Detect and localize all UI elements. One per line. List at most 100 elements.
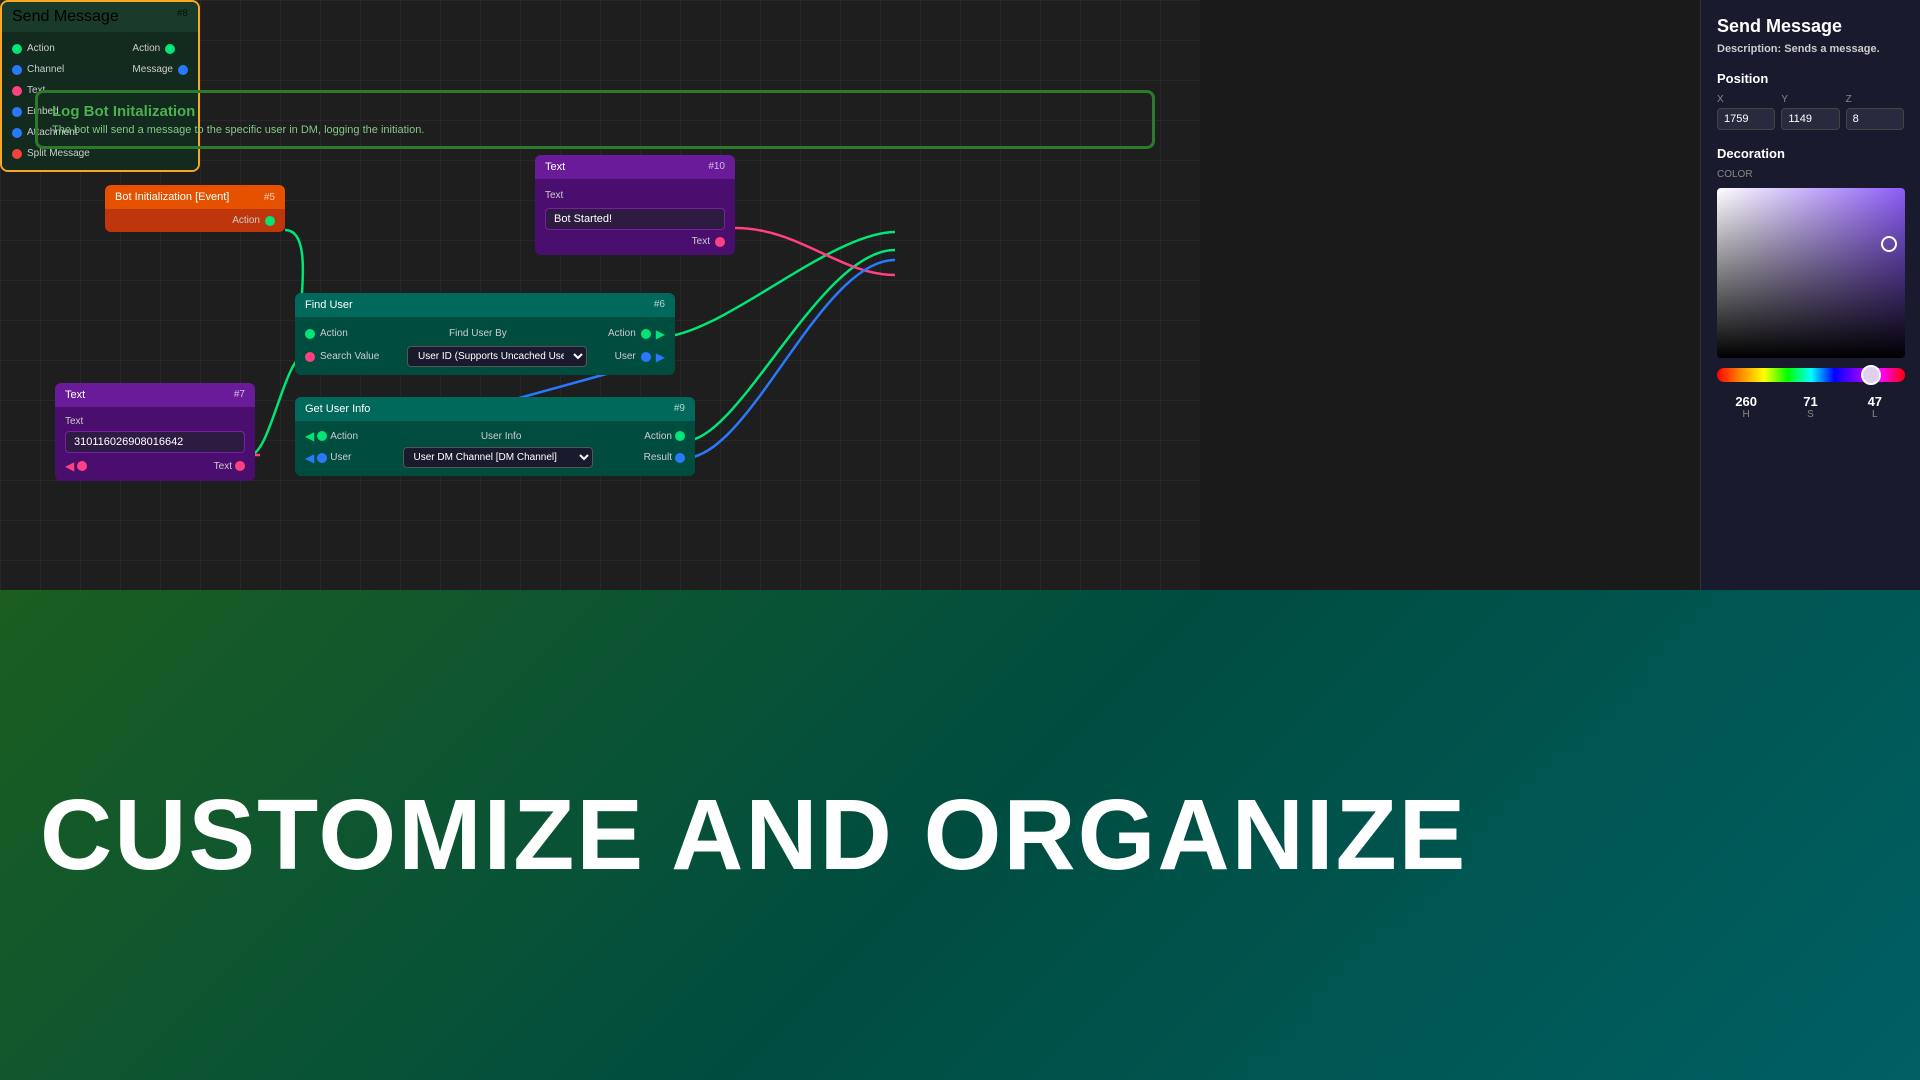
get-user-body: ◀ Action User Info Action ◀ User User DM <box>295 421 695 476</box>
position-section: Position X Y Z <box>1717 71 1904 130</box>
send-msg-action-out: Action <box>132 43 188 54</box>
find-user-action-port[interactable] <box>305 329 315 339</box>
text-7-output-label: Text <box>214 461 232 472</box>
text-7-output-port[interactable] <box>235 461 245 471</box>
color-label: COLOR <box>1717 169 1904 180</box>
text-7-id: #7 <box>234 389 245 401</box>
send-msg-label: Send Message <box>12 8 119 26</box>
find-user-search-port[interactable] <box>305 352 315 362</box>
find-user-node[interactable]: Find User #6 Action Find User By Action … <box>295 293 675 375</box>
bot-init-header: Bot Initialization [Event] #5 <box>105 185 285 209</box>
bot-init-body: Action <box>105 209 285 232</box>
panel-description: Description: Sends a message. <box>1717 43 1904 55</box>
rainbow-slider[interactable] <box>1717 368 1905 382</box>
y-field: Y <box>1781 94 1839 130</box>
logbot-title: Log Bot Initalization <box>52 103 1138 120</box>
customize-text: CUSTOMIZE AND ORGANIZE <box>40 778 1467 893</box>
send-msg-action-in: Action <box>12 43 90 54</box>
get-user-info-label: User Info <box>481 431 522 442</box>
x-input[interactable] <box>1717 108 1775 130</box>
text-node-7[interactable]: Text #7 Text ◀ Text <box>55 383 255 481</box>
get-user-user-in-port[interactable] <box>317 453 327 463</box>
text-7-label: Text <box>65 389 85 401</box>
desc-value: Sends a message. <box>1784 43 1879 55</box>
text-7-body: Text ◀ Text <box>55 407 255 481</box>
find-user-action-in: Action <box>305 328 348 339</box>
decoration-section: Decoration COLOR 260 H 71 S 47 L <box>1717 146 1904 420</box>
text-7-field-label: Text <box>65 416 83 427</box>
text-10-input[interactable] <box>545 208 725 230</box>
desc-label: Description: <box>1717 43 1781 55</box>
find-user-header: Find User #6 <box>295 293 675 317</box>
send-msg-embed-port[interactable] <box>12 107 22 117</box>
canvas-area: Log Bot Initalization The bot will send … <box>0 0 1200 590</box>
text-10-body: Text Text <box>535 179 735 255</box>
get-user-result-out-port[interactable] <box>675 453 685 463</box>
h-value: 260 <box>1735 394 1757 409</box>
text-10-field-label: Text <box>545 190 563 201</box>
bottom-section: CUSTOMIZE AND ORGANIZE <box>0 590 1920 1080</box>
z-input[interactable] <box>1846 108 1904 130</box>
text-10-output-port[interactable] <box>715 237 725 247</box>
get-user-action-out-port[interactable] <box>675 431 685 441</box>
x-label: X <box>1717 94 1775 105</box>
text-7-input[interactable] <box>65 431 245 453</box>
find-user-field-label: Find User By <box>449 328 507 339</box>
send-msg-text-port[interactable] <box>12 86 22 96</box>
decoration-title: Decoration <box>1717 146 1904 161</box>
bot-init-id: #5 <box>264 192 275 203</box>
s-value: 71 <box>1803 394 1817 409</box>
l-label: L <box>1872 409 1878 420</box>
find-user-action-out-port[interactable] <box>641 329 651 339</box>
text-7-header: Text #7 <box>55 383 255 407</box>
text-node-10[interactable]: Text #10 Text Text <box>535 155 735 255</box>
l-field: 47 L <box>1846 394 1904 420</box>
text-7-left-port[interactable] <box>77 461 87 471</box>
send-msg-id: #8 <box>177 8 188 26</box>
rainbow-thumb[interactable] <box>1861 365 1881 385</box>
bot-init-action-label: Action <box>232 215 260 226</box>
right-panel: Send Message Description: Sends a messag… <box>1700 0 1920 590</box>
bot-init-action-port[interactable] <box>265 216 275 226</box>
l-value: 47 <box>1868 394 1882 409</box>
bot-init-label: Bot Initialization [Event] <box>115 191 229 203</box>
s-field: 71 S <box>1781 394 1839 420</box>
send-msg-header: Send Message #8 <box>2 2 198 32</box>
h-label: H <box>1743 409 1750 420</box>
find-user-body: Action Find User By Action ▶ Search Valu… <box>295 317 675 375</box>
y-input[interactable] <box>1781 108 1839 130</box>
send-msg-splitmsg-in: Split Message <box>12 148 90 159</box>
color-picker-cursor[interactable] <box>1881 236 1897 252</box>
get-user-action-in-port[interactable] <box>317 431 327 441</box>
s-label: S <box>1807 409 1814 420</box>
send-msg-action-out-port[interactable] <box>165 44 175 54</box>
color-picker-area[interactable] <box>1717 188 1905 358</box>
get-user-dropdown[interactable]: User DM Channel [DM Channel] <box>403 447 593 468</box>
send-msg-action-port[interactable] <box>12 44 22 54</box>
find-user-id: #6 <box>654 299 665 311</box>
text-10-output-label: Text <box>692 236 710 247</box>
find-user-user-out-port[interactable] <box>641 352 651 362</box>
send-msg-channel-port[interactable] <box>12 65 22 75</box>
text-10-field-row: Text <box>545 190 725 201</box>
position-title: Position <box>1717 71 1904 86</box>
z-label: Z <box>1846 94 1904 105</box>
logbot-description: The bot will send a message to the speci… <box>52 124 1138 136</box>
find-user-dropdown[interactable]: User ID (Supports Uncached User) <box>407 346 587 367</box>
panel-title: Send Message <box>1717 16 1904 37</box>
find-user-label: Find User <box>305 299 353 311</box>
hsl-fields: 260 H 71 S 47 L <box>1717 394 1904 420</box>
get-user-id: #9 <box>674 403 685 415</box>
send-msg-splitmsg-port[interactable] <box>12 149 22 159</box>
bot-init-node[interactable]: Bot Initialization [Event] #5 Action <box>105 185 285 232</box>
get-user-label: Get User Info <box>305 403 370 415</box>
send-msg-message-out: Message <box>132 64 188 75</box>
get-user-info-node[interactable]: Get User Info #9 ◀ Action User Info Acti… <box>295 397 695 476</box>
send-msg-message-out-port[interactable] <box>178 65 188 75</box>
text-10-id: #10 <box>708 161 725 173</box>
text-10-output: Text <box>545 236 725 247</box>
send-msg-attachment-port[interactable] <box>12 128 22 138</box>
x-field: X <box>1717 94 1775 130</box>
y-label: Y <box>1781 94 1839 105</box>
get-user-header: Get User Info #9 <box>295 397 695 421</box>
